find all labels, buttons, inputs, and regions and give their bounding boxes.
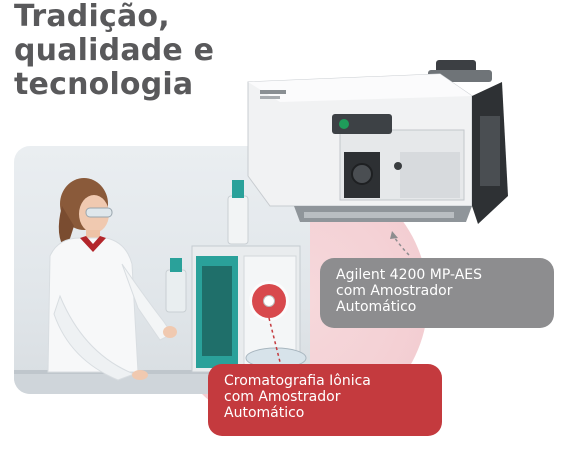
mp-aes-instrument-image (240, 56, 510, 236)
mp-aes-instrument-illustration (247, 60, 508, 224)
callout-mp-aes-line-2: com Amostrador (336, 283, 453, 299)
callout-ion-chromatography: Cromatografia Iônica com Amostrador Auto… (208, 364, 442, 436)
callout-ion-line-1: Cromatografia Iônica (224, 373, 371, 389)
headline-line-3: tecnologia (14, 67, 194, 102)
headline-line-2: qualidade e (14, 33, 215, 68)
page-headline: Tradição, qualidade e tecnologia (14, 0, 254, 102)
callout-ion-line-3: Automático (224, 405, 305, 421)
target-dot-icon (252, 284, 286, 318)
callout-mp-aes-line-3: Automático (336, 299, 417, 315)
headline-line-1: Tradição, (14, 0, 170, 34)
callout-mp-aes: Agilent 4200 MP-AES com Amostrador Autom… (320, 258, 554, 328)
callout-ion-line-2: com Amostrador (224, 389, 341, 405)
callout-mp-aes-line-1: Agilent 4200 MP-AES (336, 267, 483, 283)
